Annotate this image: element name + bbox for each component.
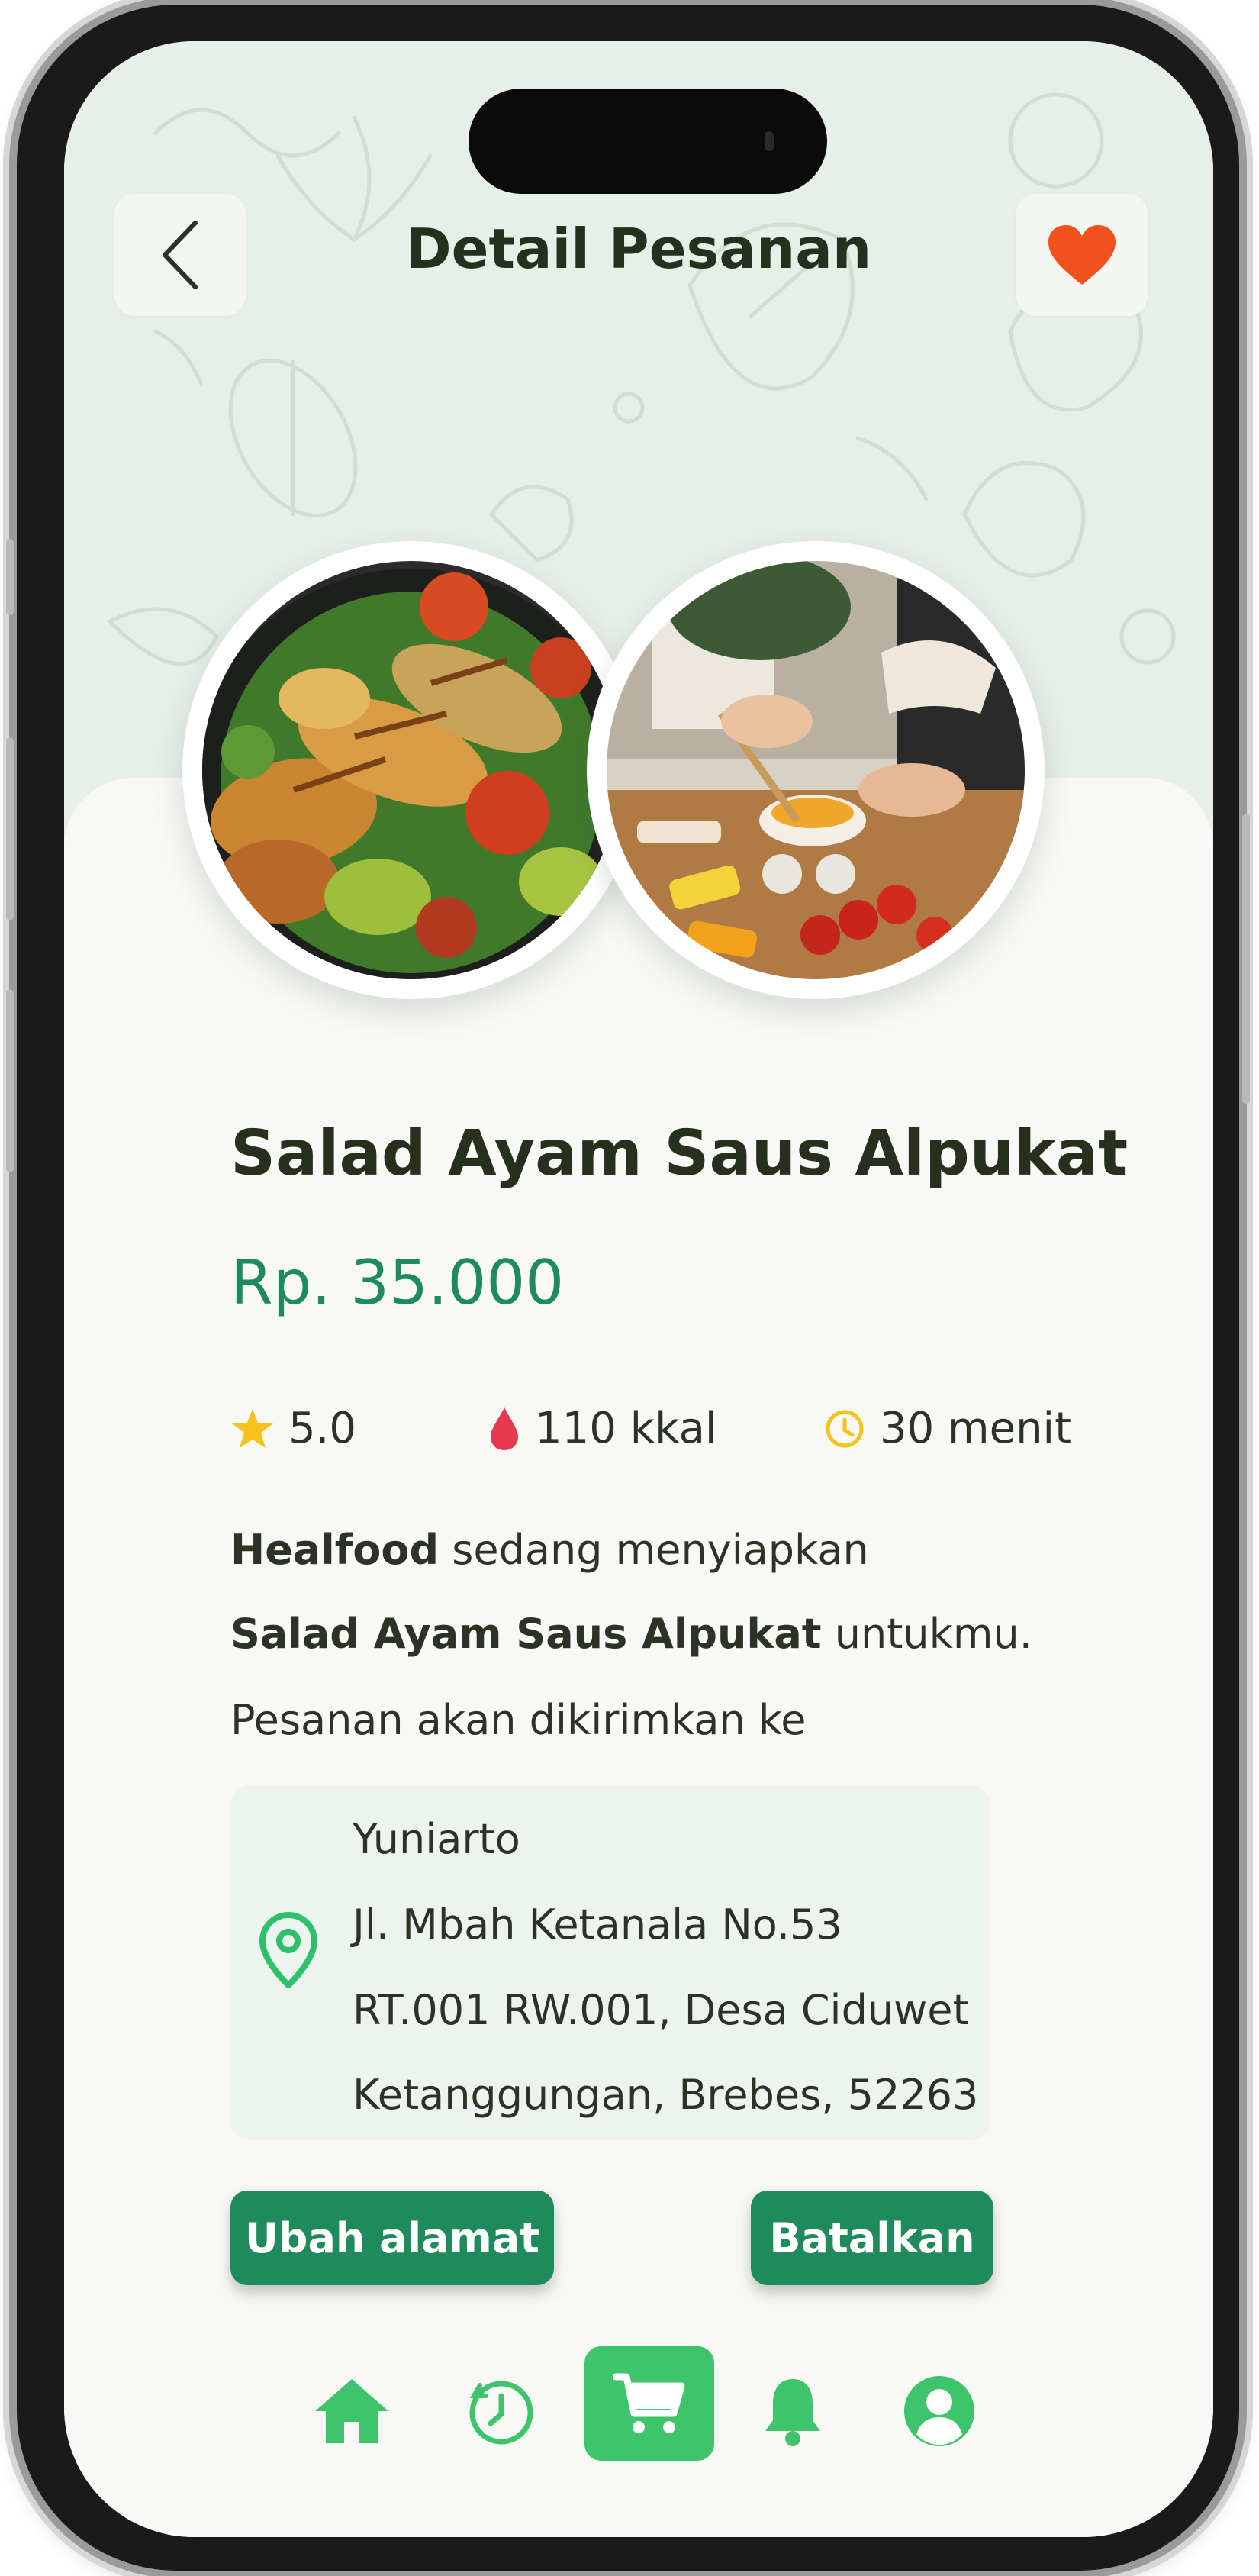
price: Rp. 35.000 [230, 1247, 565, 1318]
volume-up-button [6, 737, 14, 920]
side-button [6, 539, 14, 615]
recipient-name: Yuniarto [353, 1815, 520, 1863]
favorite-button[interactable] [1016, 194, 1148, 316]
rating: 5.0 [230, 1404, 356, 1453]
nav-notifications[interactable] [751, 2369, 835, 2453]
status-line-2: Salad Ayam Saus Alpukat untukmu. [230, 1610, 1032, 1658]
history-icon [469, 2381, 533, 2445]
power-button [1242, 814, 1250, 1104]
blood-drop-icon [491, 1407, 518, 1450]
location-pin-icon [259, 1912, 317, 1988]
nav-cart[interactable] [584, 2346, 714, 2461]
bell-icon [765, 2379, 820, 2446]
time-value: 30 menit [880, 1404, 1072, 1453]
change-address-button[interactable]: Ubah alamat [230, 2191, 554, 2285]
cook-time: 30 menit [823, 1404, 1071, 1453]
home-icon [315, 2379, 388, 2443]
status-line-3: Pesanan akan dikirimkan ke [230, 1696, 807, 1744]
status-line-1: Healfood sedang menyiapkan [230, 1526, 869, 1574]
calories: 110 kkal [488, 1404, 716, 1453]
star-icon [232, 1408, 273, 1448]
food-name: Salad Ayam Saus Alpukat [230, 1117, 1129, 1190]
food-photo [182, 541, 640, 999]
nav-history[interactable] [459, 2369, 543, 2453]
timer-icon [826, 1410, 864, 1447]
address-area: RT.001 RW.001, Desa Ciduwet [353, 1986, 969, 2034]
address-city: Ketanggungan, Brebes, 52263 [353, 2071, 979, 2119]
heart-icon [1048, 225, 1116, 285]
cart-icon [613, 2373, 685, 2433]
app-screen: Detail Pesanan Salad Ayam Saus Alpukat R… [64, 41, 1213, 2537]
nav-profile[interactable] [897, 2369, 981, 2453]
profile-icon [904, 2376, 974, 2446]
dynamic-island [469, 89, 827, 194]
camera-dot [765, 131, 774, 151]
product-name-inline: Salad Ayam Saus Alpukat [230, 1610, 822, 1658]
bottom-nav [64, 2346, 1213, 2537]
calories-value: 110 kkal [535, 1404, 717, 1453]
chef-photo [587, 541, 1045, 999]
address-card: Yuniarto Jl. Mbah Ketanala No.53 RT.001 … [230, 1785, 990, 2140]
store-name: Healfood [230, 1526, 440, 1574]
cooking-image [607, 561, 1025, 979]
salad-image [202, 561, 620, 979]
nav-home[interactable] [310, 2369, 394, 2453]
rating-value: 5.0 [288, 1404, 357, 1453]
volume-down-button [6, 989, 14, 1172]
cancel-order-button[interactable]: Batalkan [751, 2191, 993, 2285]
phone-frame: Detail Pesanan Salad Ayam Saus Alpukat R… [6, 5, 1250, 2571]
address-street: Jl. Mbah Ketanala No.53 [353, 1901, 842, 1949]
